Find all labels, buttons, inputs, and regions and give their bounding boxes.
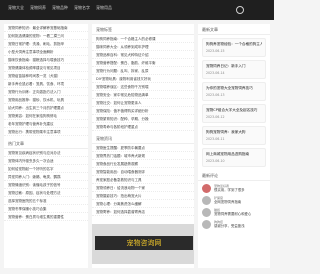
- comment-text: 全网宠物饲养指南: [214, 200, 242, 204]
- list-item[interactable]: 宠物营养搭配：蛋白、脂肪、纤维平衡: [92, 59, 194, 67]
- list-item[interactable]: 宠物医生提醒：夏季防中暑要点: [92, 144, 194, 152]
- list-item[interactable]: 选择宠物医院的五个标准: [4, 197, 88, 205]
- list-item[interactable]: 宠物寿命与各阶段护理重点: [92, 123, 194, 131]
- list-item[interactable]: 异宠饲养入门：蜥蜴、龟类、鹦鹉: [4, 173, 88, 181]
- card-date: 2023-06-11: [206, 137, 225, 141]
- comment-text: 宠物饲养需要耐心和爱心: [214, 212, 252, 216]
- card-date: 2023-06-10: [206, 159, 225, 163]
- comment-text: 感谢分享，受益匪浅: [214, 224, 245, 228]
- watermark-banner: 宠物咨询网: [95, 236, 193, 250]
- section-title-pet-news: 宠物资讯: [92, 133, 194, 144]
- card-title: 狗狗养宠物经验：一个合格的狗主人需知: [206, 42, 262, 46]
- article-card[interactable]: 狗狗宠物饲养：我家大狗 2023-06-11: [202, 126, 266, 145]
- card-title: 网上商城宠物用品选购指南: [206, 152, 250, 156]
- article-card[interactable]: 网上商城宠物用品选购指南 2023-06-10: [202, 148, 266, 167]
- list-item[interactable]: 养宠家庭必备急救知识与工具: [92, 176, 194, 184]
- list-item[interactable]: 宠物繁育知识：配种、孕期、分娩: [92, 115, 194, 123]
- list-item[interactable]: 宠物喂养误区：这些食物千万别喂: [92, 83, 194, 91]
- list-item[interactable]: 宠物过敏：原因、症状与处理方法: [4, 189, 88, 197]
- list-item[interactable]: 宠物食品行业发展趋势观察: [92, 160, 194, 168]
- article-card[interactable]: 宠物CP组合大字大全及起名技巧 2023-06-12: [202, 104, 266, 123]
- list-item[interactable]: 宠物社交：如何让宠物更亲人: [92, 99, 194, 107]
- list-item[interactable]: 猫咪饲养大全：从领养到成年护理: [92, 43, 194, 51]
- card-title: 狗狗宠物饲养：我家大狗: [206, 130, 246, 134]
- section-title-hot-articles: 热门文章: [4, 138, 88, 149]
- avatar: [202, 220, 211, 229]
- section-title-comments: 最新评论: [198, 170, 270, 181]
- list-item[interactable]: 宠物安全：家中常见危险物品清单: [92, 91, 194, 99]
- list-item[interactable]: 宠物心理：分离焦虑怎么缓解: [92, 200, 194, 208]
- main-nav: 宠物大全 宠物饲养 宠物品种 宠物名字 宠物用品: [8, 5, 112, 11]
- list-item[interactable]: 如何挑选健康的宠物：一看二摸三问: [4, 32, 88, 40]
- nav-item-pet-supplies[interactable]: 宠物用品: [96, 5, 112, 11]
- list-item[interactable]: 宠物用品推荐：猫砂、饮水机、玩具: [4, 96, 88, 104]
- list-item[interactable]: 宠物饲养知识：最全详解养宠基础指南: [4, 24, 88, 32]
- list-item[interactable]: 宠物疫苗接种时间表一览（犬猫）: [4, 72, 88, 80]
- list-item[interactable]: 老年宠物护理与营养补充建议: [4, 120, 88, 128]
- list-item[interactable]: 宠物寄养：如何选择靠谱寄养店: [92, 208, 194, 216]
- avatar: [202, 196, 211, 205]
- card-title: 宠物CP组合大字大全及起名技巧: [206, 108, 258, 112]
- list-item[interactable]: 宠物常见疾病症状识别与应对办法: [4, 149, 88, 157]
- list-item[interactable]: 幼犬饲养：出生到三个月的护理要点: [4, 104, 88, 112]
- avatar: [202, 208, 211, 217]
- search-icon[interactable]: [236, 6, 244, 14]
- section-title-pet-tags: 宠物标签: [92, 24, 194, 35]
- list-item[interactable]: 宠物界热门话题：城市养犬新规: [92, 152, 194, 160]
- card-date: 2023-06-14: [206, 71, 225, 75]
- comment-item[interactable]: 猫奴 宠物饲养需要耐心和爱心: [202, 208, 266, 217]
- left-article-list: 宠物饲养知识：最全详解养宠基础指南 如何挑选健康的宠物：一看二摸三问 宠物日常护…: [4, 24, 88, 268]
- list-item[interactable]: 宠物领养日：给流浪动物一个家: [92, 184, 194, 192]
- list-item[interactable]: 宠物日常护理：洗澡、刷毛、剪指甲: [4, 40, 88, 48]
- article-card[interactable]: 宠物饲养日记：新手入门 2023-06-14: [202, 60, 266, 79]
- card-date: 2023-06-15: [206, 49, 225, 53]
- nav-item-pet-feeding[interactable]: 宠物饲养: [30, 5, 46, 11]
- list-item[interactable]: 宠物美容：如何在家给狗狗修毛: [4, 112, 88, 120]
- list-item[interactable]: 宠物营养：蛋白质与维生素的重要性: [4, 213, 88, 221]
- card-title: 为你的宠物大全宠物饲养技巧: [206, 86, 253, 90]
- article-card[interactable]: 为你的宠物大全宠物饲养技巧 2023-06-13: [202, 82, 266, 101]
- avatar: [202, 184, 211, 193]
- nav-item-pet-breeds[interactable]: 宠物品种: [52, 5, 68, 11]
- top-navigation-bar: 宠物大全 宠物饲养 宠物品种 宠物名字 宠物用品: [0, 0, 274, 20]
- list-item[interactable]: 宠物行为问题：乱叫、拆家、乱尿: [92, 67, 194, 75]
- list-item[interactable]: 宠物健康体检频率建议与常见项目: [4, 64, 88, 72]
- list-item[interactable]: 如何给宠物起一个好听的名字: [4, 165, 88, 173]
- list-item[interactable]: 小型犬饲养注意事项全面解析: [4, 48, 88, 56]
- list-item[interactable]: 宠物摄影技巧：拍出萌宠大片: [92, 192, 194, 200]
- list-item[interactable]: 猫咪饮食指南：猫粮选择与喂食技巧: [4, 56, 88, 64]
- article-card[interactable]: 狗狗养宠物经验：一个合格的狗主人需知 2023-06-15: [202, 38, 266, 57]
- comment-item[interactable]: 宠物爱好者 很实用，学到了很多: [202, 184, 266, 193]
- nav-item-pet-names[interactable]: 宠物名字: [74, 5, 90, 11]
- comment-item[interactable]: 狗狗控 感谢分享，受益匪浅: [202, 220, 266, 229]
- list-item[interactable]: 宠物情绪识别：读懂毛孩子的信号: [4, 181, 88, 189]
- nav-item-pets-all[interactable]: 宠物大全: [8, 5, 24, 11]
- list-item[interactable]: 宠物体内外驱虫多久一次合适: [4, 157, 88, 165]
- list-item[interactable]: 新手养仓鼠必看：笼具、饮食、环境: [4, 80, 88, 88]
- comment-text: 很实用，学到了很多: [214, 188, 245, 192]
- list-item[interactable]: 宠物出行：携带宠物乘车注意事项: [4, 128, 88, 136]
- list-item[interactable]: DIY宠物玩具：废物利用省钱又好玩: [92, 75, 194, 83]
- list-item[interactable]: 宠物冬季保暖小技巧合集: [4, 205, 88, 213]
- card-date: 2023-06-13: [206, 93, 225, 97]
- list-item[interactable]: 狗狗饲养指南：一个合格主人的必修课: [92, 35, 194, 43]
- card-date: 2023-06-12: [206, 115, 225, 119]
- comment-item[interactable]: 铲屎官 全网宠物饲养指南: [202, 196, 266, 205]
- card-title: 宠物饲养日记：新手入门: [206, 64, 246, 68]
- list-item[interactable]: 宠物保险：值不值得购买详细分析: [92, 107, 194, 115]
- section-title-latest: 最新文章: [198, 24, 270, 35]
- list-item[interactable]: 宠物品种百科：常见犬种特征介绍: [92, 51, 194, 59]
- right-sidebar: 最新文章 狗狗养宠物经验：一个合格的狗主人需知 2023-06-15 宠物饲养日…: [198, 24, 270, 268]
- list-item[interactable]: 宠物行为训练：正向激励方法入门: [4, 88, 88, 96]
- list-item[interactable]: 宠物智能用品：自动喂食器测评: [92, 168, 194, 176]
